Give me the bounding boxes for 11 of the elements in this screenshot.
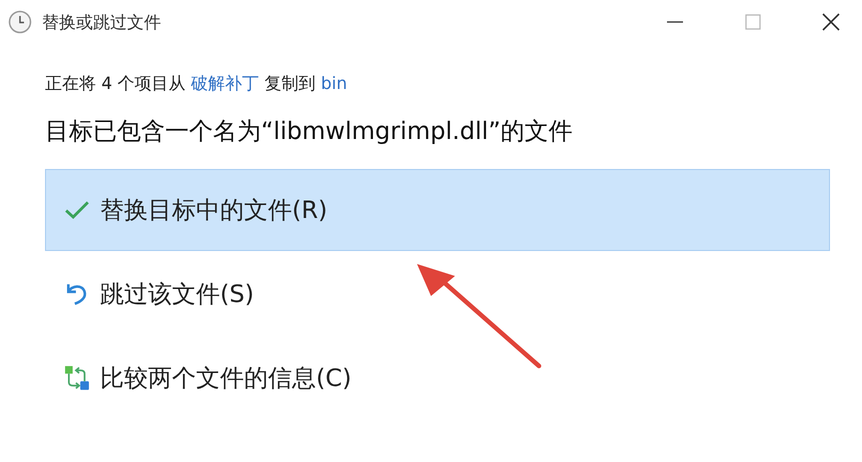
- close-icon[interactable]: [822, 13, 840, 31]
- choice-option[interactable]: 跳过该文件(S): [45, 253, 830, 335]
- window-title: 替换或跳过文件: [42, 12, 161, 34]
- conflict-heading: 目标已包含一个名为“libmwlmgrimpl.dll”的文件: [45, 116, 574, 147]
- folder-link[interactable]: bin: [320, 74, 348, 94]
- compare-icon: [64, 365, 90, 391]
- copy-status-text: 正在将 4 个项目从 破解补丁 复制到 bin: [45, 73, 348, 95]
- folder-link[interactable]: 破解补丁: [191, 74, 260, 94]
- choice-option[interactable]: 替换目标中的文件(R): [45, 169, 830, 251]
- clock-icon: [8, 10, 32, 34]
- choice-option[interactable]: 比较两个文件的信息(C): [45, 337, 830, 419]
